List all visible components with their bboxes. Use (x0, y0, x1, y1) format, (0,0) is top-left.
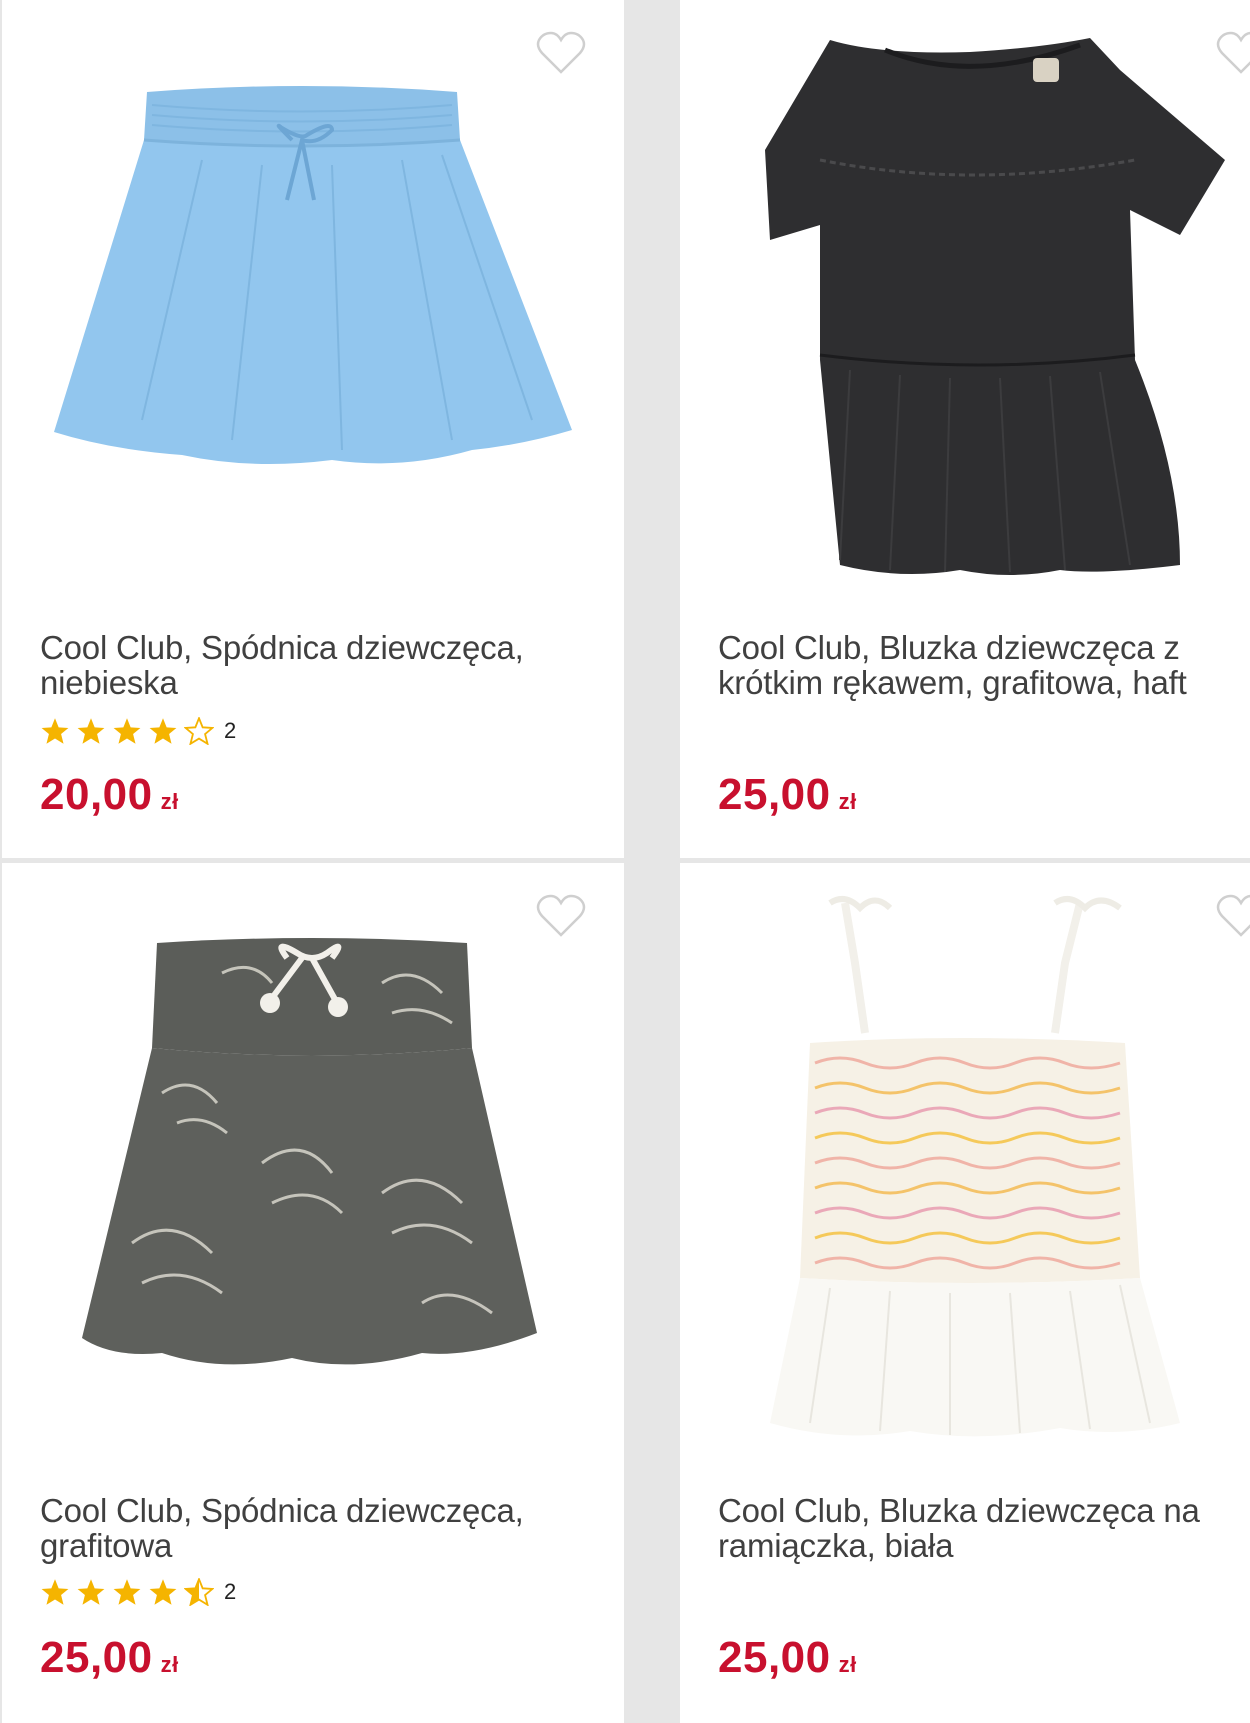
product-image-blue-skirt[interactable] (2, 0, 624, 600)
price-value: 25,00 (718, 1633, 831, 1682)
product-card[interactable]: Cool Club, Bluzka dziewczęca z krótkim r… (680, 0, 1250, 858)
favorite-heart-icon[interactable] (536, 30, 586, 76)
price-currency: zł (160, 789, 179, 814)
product-card[interactable]: Cool Club, Bluzka dziewczęca na ramiączk… (680, 863, 1250, 1723)
price-currency: zł (160, 1652, 179, 1677)
star-full-icon (149, 718, 177, 744)
price-currency: zł (838, 789, 857, 814)
star-half-icon (184, 1578, 214, 1606)
star-empty-icon (184, 717, 214, 745)
product-title[interactable]: Cool Club, Spódnica dziewczęca, niebiesk… (40, 630, 580, 700)
price-currency: zł (838, 1652, 857, 1677)
star-full-icon (41, 718, 69, 744)
product-price: 25,00 zł (718, 770, 857, 820)
product-rating: 2 (40, 714, 236, 748)
star-full-icon (113, 1579, 141, 1605)
product-card[interactable]: Cool Club, Spódnica dziewczęca, grafitow… (2, 863, 624, 1723)
product-image-black-blouse[interactable] (680, 0, 1250, 600)
favorite-heart-icon[interactable] (536, 893, 586, 939)
product-image-grey-floral-skirt[interactable] (2, 863, 624, 1463)
price-value: 20,00 (40, 770, 153, 819)
favorite-heart-icon[interactable] (1216, 893, 1250, 939)
product-grid: Cool Club, Spódnica dziewczęca, niebiesk… (0, 0, 1250, 1723)
grey-floral-skirt-image (82, 938, 537, 1365)
black-blouse-image (765, 38, 1225, 575)
star-full-icon (41, 1579, 69, 1605)
product-price: 25,00 zł (40, 1633, 179, 1683)
product-rating: 2 (40, 1575, 236, 1609)
product-title[interactable]: Cool Club, Bluzka dziewczęca z krótkim r… (718, 630, 1238, 700)
product-price: 20,00 zł (40, 770, 179, 820)
rating-count: 2 (224, 718, 237, 743)
star-full-icon (77, 1579, 105, 1605)
star-full-icon (113, 718, 141, 744)
star-full-icon (149, 1579, 177, 1605)
favorite-heart-icon[interactable] (1216, 30, 1250, 76)
rating-count: 2 (224, 1579, 237, 1604)
white-smocked-top-image (770, 896, 1180, 1437)
price-value: 25,00 (718, 770, 831, 819)
product-title[interactable]: Cool Club, Spódnica dziewczęca, grafitow… (40, 1493, 580, 1563)
product-card[interactable]: Cool Club, Spódnica dziewczęca, niebiesk… (2, 0, 624, 858)
product-image-white-smocked-top[interactable] (680, 863, 1250, 1463)
price-value: 25,00 (40, 1633, 153, 1682)
product-price: 25,00 zł (718, 1633, 857, 1683)
product-title[interactable]: Cool Club, Bluzka dziewczęca na ramiączk… (718, 1493, 1238, 1563)
star-full-icon (77, 718, 105, 744)
blue-skirt-image (54, 86, 572, 464)
